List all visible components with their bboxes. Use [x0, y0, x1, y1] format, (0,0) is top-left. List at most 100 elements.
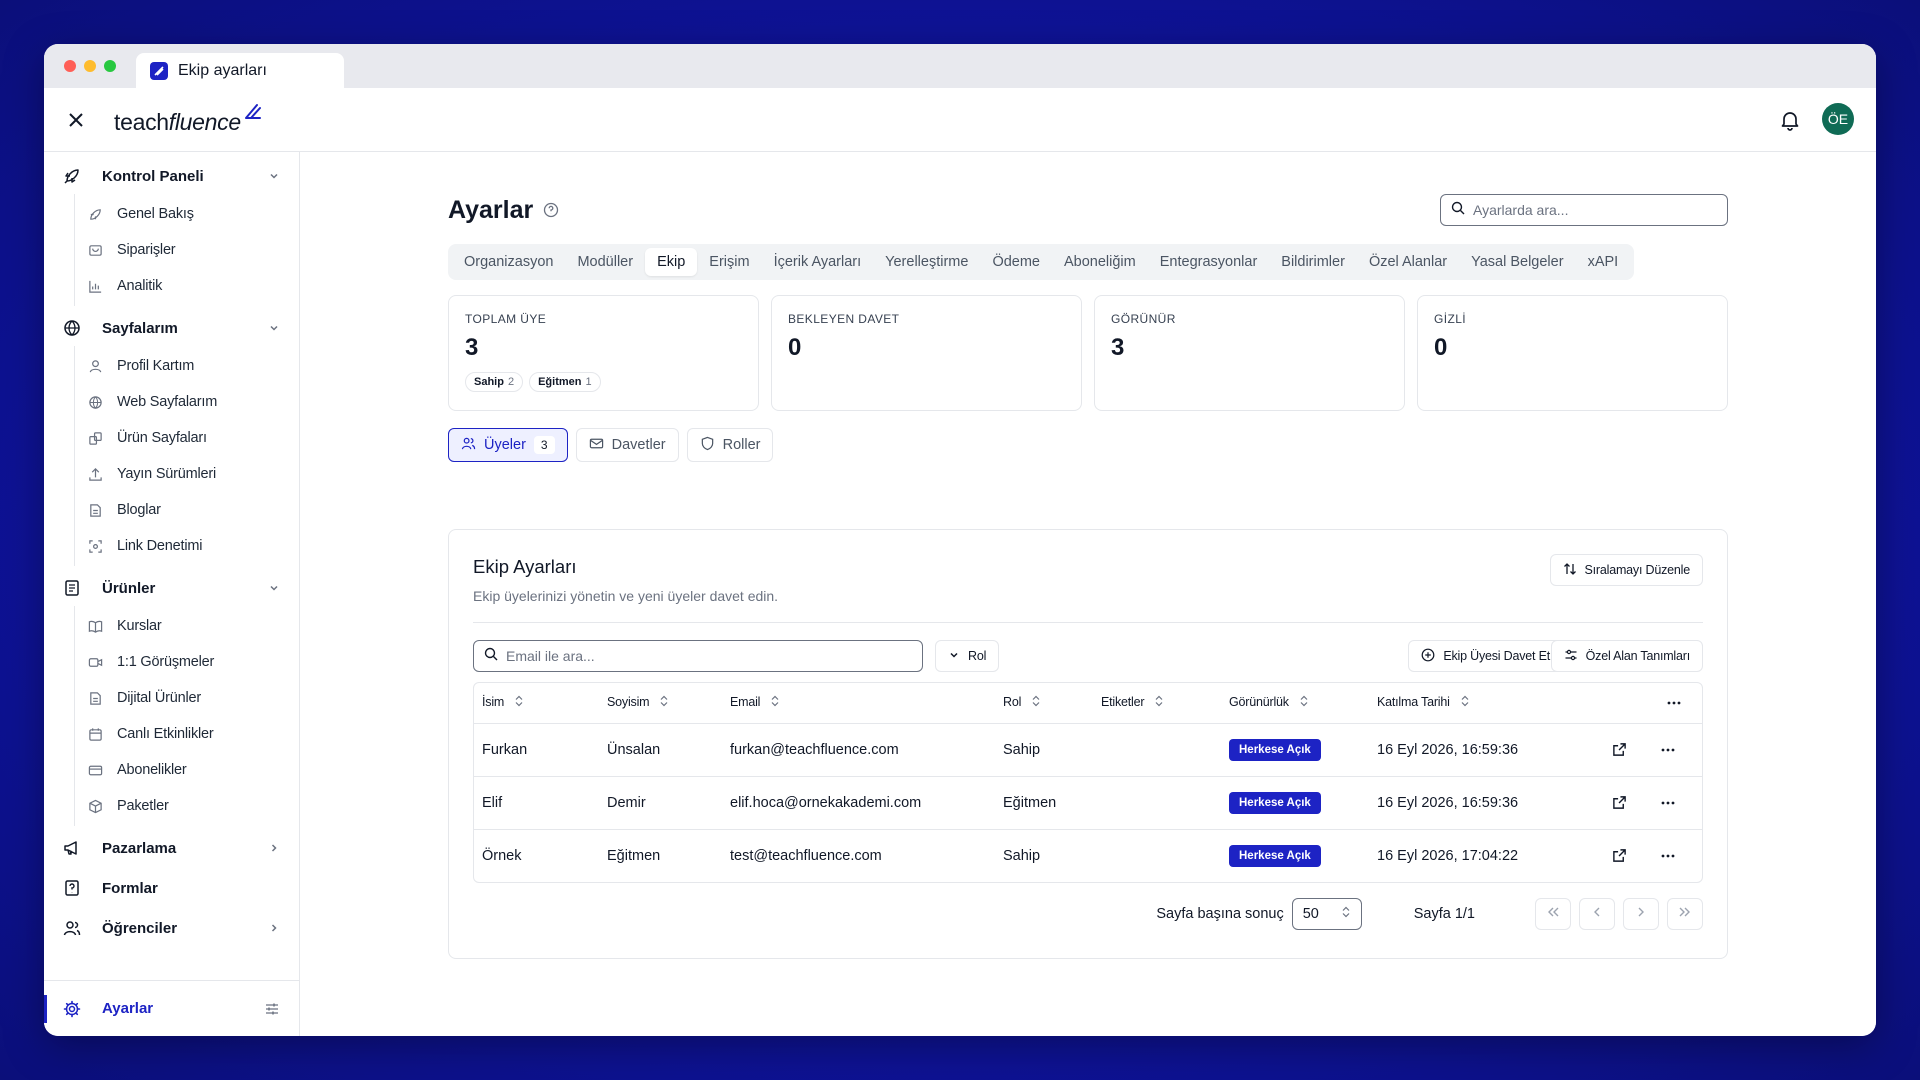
- prev-page-button[interactable]: [1579, 898, 1615, 930]
- sidebar-item-urun-sayfalari[interactable]: Ürün Sayfaları: [75, 420, 299, 456]
- cell-tags: [1093, 723, 1221, 777]
- sidebar-group-kontrol-paneli[interactable]: Kontrol Paneli: [44, 158, 299, 194]
- column-header-soyisim[interactable]: Soyisim: [599, 683, 722, 724]
- column-header-etiketler[interactable]: Etiketler: [1093, 683, 1221, 724]
- sidebar-item-dijital-urunler[interactable]: Dijital Ürünler: [75, 680, 299, 716]
- role-filter-button[interactable]: Rol: [935, 640, 1000, 672]
- role-badge-name: Sahip: [474, 376, 504, 388]
- chevron-down-icon: [267, 169, 281, 183]
- sidebar-item-link-denetimi[interactable]: Link Denetimi: [75, 528, 299, 564]
- email-search-input[interactable]: [506, 648, 906, 664]
- subtab-members[interactable]: Üyeler 3: [448, 428, 568, 462]
- external-link-icon[interactable]: [1610, 740, 1630, 760]
- subtab-label: Davetler: [611, 437, 666, 453]
- stat-label: BEKLEYEN DAVET: [788, 312, 900, 326]
- sidebar-group-urunler[interactable]: Ürünler: [44, 570, 299, 606]
- tab-xapi[interactable]: xAPI: [1576, 248, 1631, 276]
- sidebar-item-abonelikler[interactable]: Abonelikler: [75, 752, 299, 788]
- sidebar-group-formlar[interactable]: Formlar: [44, 870, 299, 906]
- sidebar-item-profil-kartim[interactable]: Profil Kartım: [75, 348, 299, 384]
- visibility-badge[interactable]: Herkese Açık: [1229, 844, 1321, 867]
- active-indicator: [44, 995, 47, 1023]
- column-header-isim[interactable]: İsim: [474, 683, 599, 724]
- tab-bildirimler[interactable]: Bildirimler: [1269, 248, 1357, 276]
- stat-value: 3: [1111, 334, 1125, 361]
- visibility-badge[interactable]: Herkese Açık: [1229, 791, 1321, 814]
- more-horizontal-icon[interactable]: [1658, 793, 1678, 813]
- next-page-button[interactable]: [1623, 898, 1659, 930]
- sidebar-item-web-sayfalarim[interactable]: Web Sayfalarım: [75, 384, 299, 420]
- more-horizontal-icon[interactable]: [1658, 846, 1678, 866]
- custom-fields-button[interactable]: Özel Alan Tanımları: [1550, 640, 1703, 672]
- browser-tab[interactable]: Ekip ayarları: [136, 53, 344, 88]
- sidebar-item-kurslar[interactable]: Kurslar: [75, 608, 299, 644]
- sidebar-item-canli-etkinlikler[interactable]: Canlı Etkinlikler: [75, 716, 299, 752]
- user-avatar[interactable]: ÖE: [1822, 103, 1854, 135]
- sidebar-item-gorusmeler[interactable]: 1:1 Görüşmeler: [75, 644, 299, 680]
- sidebar-item-ayarlar[interactable]: Ayarlar: [44, 980, 299, 1036]
- sidebar-item-siparisler[interactable]: Siparişler: [75, 232, 299, 268]
- tab-ekip[interactable]: Ekip: [645, 248, 698, 276]
- tab-organizasyon[interactable]: Organizasyon: [452, 248, 565, 276]
- column-header-gorunurluk[interactable]: Görünürlük: [1221, 683, 1369, 724]
- visibility-badge[interactable]: Herkese Açık: [1229, 738, 1321, 761]
- sidebar-item-analitik[interactable]: Analitik: [75, 268, 299, 304]
- sidebar-group-label: Kontrol Paneli: [102, 167, 204, 185]
- subtab-invites[interactable]: Davetler: [575, 428, 679, 462]
- more-horizontal-icon[interactable]: [1658, 740, 1678, 760]
- tab-yerellestirme[interactable]: Yerelleştirme: [873, 248, 980, 276]
- stat-value: 3: [465, 334, 479, 361]
- cell-first-name: Elif: [474, 776, 599, 830]
- browser-tab-title: Ekip ayarları: [178, 61, 267, 79]
- sidebar-item-label: Bloglar: [117, 502, 161, 518]
- chevron-right-icon: [267, 841, 281, 855]
- stat-value: 0: [788, 334, 802, 361]
- column-header-label: Rol: [1003, 695, 1022, 710]
- edit-sort-button[interactable]: Sıralamayı Düzenle: [1549, 554, 1703, 586]
- close-window-button[interactable]: [64, 60, 76, 72]
- sidebar-group-ogrenciler[interactable]: Öğrenciler: [44, 910, 299, 946]
- external-link-icon[interactable]: [1610, 793, 1630, 813]
- table-header-row: İsim Soyisim Email Rol Etiketler Görünür…: [474, 683, 1702, 724]
- sidebar-item-label: Paketler: [117, 798, 169, 814]
- column-header-label: Görünürlük: [1229, 695, 1289, 710]
- tab-yasal-belgeler[interactable]: Yasal Belgeler: [1459, 248, 1575, 276]
- tab-icerik-ayarlari[interactable]: İçerik Ayarları: [762, 248, 874, 276]
- tab-entegrasyonlar[interactable]: Entegrasyonlar: [1148, 248, 1270, 276]
- sidebar-item-bloglar[interactable]: Bloglar: [75, 492, 299, 528]
- subtab-roles[interactable]: Roller: [686, 428, 774, 462]
- invite-member-button[interactable]: Ekip Üyesi Davet Et: [1408, 640, 1563, 672]
- sliders-icon[interactable]: [263, 1000, 281, 1018]
- card-description: Ekip üyelerinizi yönetin ve yeni üyeler …: [473, 588, 779, 604]
- team-subtabs: Üyeler 3 Davetler Roller: [448, 428, 774, 462]
- members-table: İsim Soyisim Email Rol Etiketler Görünür…: [473, 682, 1703, 883]
- sidebar-item-yayin-surumleri[interactable]: Yayın Sürümleri: [75, 456, 299, 492]
- minimize-window-button[interactable]: [84, 60, 96, 72]
- sidebar-item-genel-bakis[interactable]: Genel Bakış: [75, 196, 299, 232]
- tab-moduller[interactable]: Modüller: [565, 248, 645, 276]
- app-window: Ekip ayarları teachfluence ÖE Kontrol Pa…: [44, 44, 1876, 1036]
- column-header-katilma-tarihi[interactable]: Katılma Tarihi: [1369, 683, 1595, 724]
- column-header-rol[interactable]: Rol: [995, 683, 1093, 724]
- external-link-icon[interactable]: [1610, 846, 1630, 866]
- first-page-button[interactable]: [1535, 898, 1571, 930]
- sort-icon: [1031, 695, 1041, 710]
- sidebar-group-pazarlama[interactable]: Pazarlama: [44, 830, 299, 866]
- maximize-window-button[interactable]: [104, 60, 116, 72]
- column-header-email[interactable]: Email: [722, 683, 995, 724]
- sidebar-item-paketler[interactable]: Paketler: [75, 788, 299, 824]
- last-page-button[interactable]: [1667, 898, 1703, 930]
- help-icon[interactable]: [543, 196, 559, 225]
- sidebar-group-sayfalarim[interactable]: Sayfalarım: [44, 310, 299, 346]
- notification-bell-icon[interactable]: [1778, 108, 1802, 132]
- tab-odeme[interactable]: Ödeme: [980, 248, 1052, 276]
- sort-icon: [770, 695, 780, 710]
- more-horizontal-icon[interactable]: [1664, 693, 1684, 713]
- close-icon[interactable]: [64, 108, 88, 132]
- tab-aboneligim[interactable]: Aboneliğim: [1052, 248, 1148, 276]
- pages-icon: [87, 430, 103, 446]
- tab-erisim[interactable]: Erişim: [697, 248, 761, 276]
- settings-search-input[interactable]: [1473, 202, 1713, 218]
- per-page-select[interactable]: 50: [1291, 898, 1362, 930]
- tab-ozel-alanlar[interactable]: Özel Alanlar: [1357, 248, 1459, 276]
